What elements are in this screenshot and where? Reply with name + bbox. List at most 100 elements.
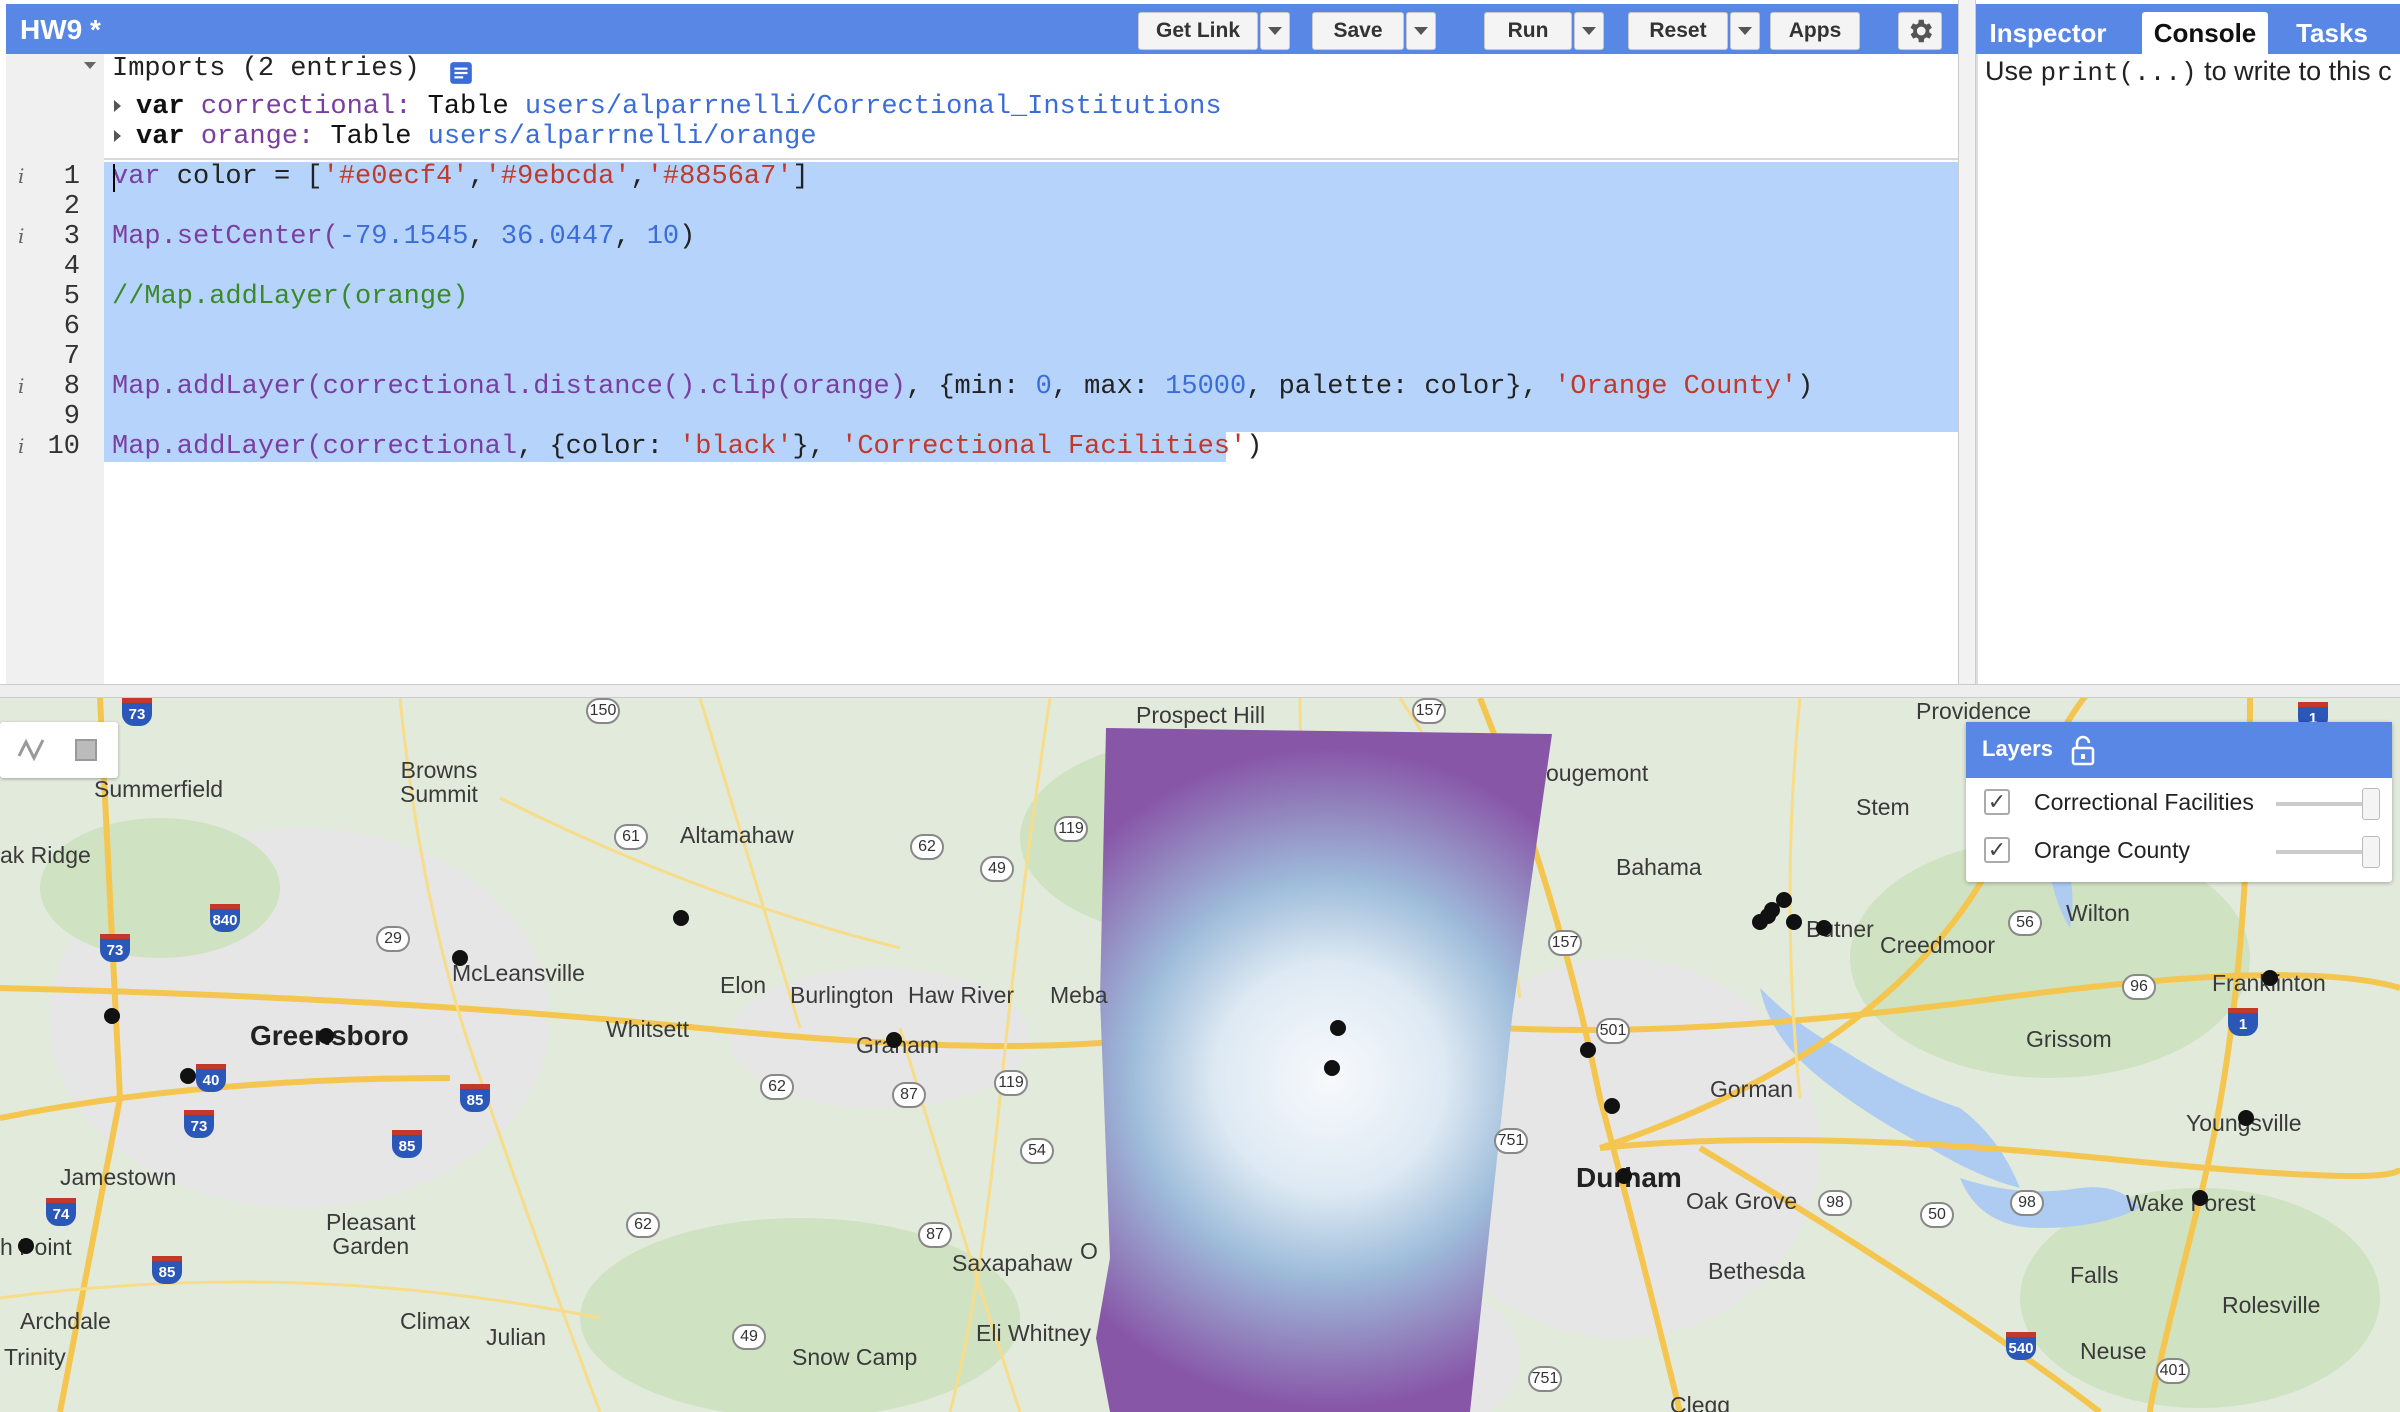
- info-icon[interactable]: i: [18, 164, 24, 188]
- reset-dropdown[interactable]: [1730, 12, 1760, 50]
- facility-point[interactable]: [673, 910, 689, 926]
- facility-point[interactable]: [1786, 914, 1802, 930]
- facility-point[interactable]: [1330, 1020, 1346, 1036]
- import-row[interactable]: var orange: Table users/alparrnelli/oran…: [136, 122, 817, 152]
- facility-point[interactable]: [886, 1032, 902, 1048]
- draw-line-icon[interactable]: [16, 736, 46, 764]
- interstate-shield: 540: [2006, 1332, 2036, 1360]
- route-shield: 62: [626, 1212, 660, 1238]
- interstate-shield: 85: [392, 1130, 422, 1158]
- interstate-shield: 73: [100, 934, 130, 962]
- line-number[interactable]: 3: [40, 222, 80, 252]
- facility-point[interactable]: [452, 950, 468, 966]
- opacity-slider[interactable]: [2276, 788, 2380, 820]
- layer-checkbox[interactable]: ✓: [1984, 789, 2010, 815]
- facility-point[interactable]: [1776, 892, 1792, 908]
- save-button[interactable]: Save: [1312, 12, 1404, 50]
- chevron-down-icon: [1414, 27, 1428, 35]
- console-panel[interactable]: [1976, 54, 2400, 684]
- interstate-shield: 85: [460, 1084, 490, 1112]
- place-label: Neuse: [2080, 1338, 2147, 1364]
- facility-point[interactable]: [2262, 970, 2278, 986]
- place-label: McLeansville: [452, 960, 585, 986]
- place-label: O: [1080, 1238, 1098, 1264]
- route-shield: 87: [892, 1082, 926, 1108]
- tab-console[interactable]: Console: [2142, 12, 2268, 54]
- route-shield: 751: [1494, 1128, 1528, 1154]
- interstate-shield: 73: [122, 698, 152, 726]
- route-shield: 751: [1528, 1366, 1562, 1392]
- facility-point[interactable]: [104, 1008, 120, 1024]
- route-shield: 501: [1596, 1018, 1630, 1044]
- line-number[interactable]: 10: [40, 432, 80, 462]
- code-line[interactable]: Map.addLayer(correctional, {color: 'blac…: [112, 432, 1262, 462]
- facility-point[interactable]: [180, 1068, 196, 1084]
- reset-button[interactable]: Reset: [1628, 12, 1728, 50]
- place-label: Summerfield: [94, 776, 224, 802]
- chevron-down-icon: [1738, 27, 1752, 35]
- place-label: Trinity: [4, 1344, 66, 1370]
- vertical-splitter[interactable]: [1958, 0, 1976, 684]
- facility-point[interactable]: [1580, 1042, 1596, 1058]
- line-number[interactable]: 4: [40, 252, 80, 282]
- route-shield: 87: [918, 1222, 952, 1248]
- facility-point[interactable]: [18, 1238, 34, 1254]
- tab-inspector[interactable]: Inspector: [1986, 12, 2110, 54]
- save-dropdown[interactable]: [1406, 12, 1436, 50]
- apps-button[interactable]: Apps: [1770, 12, 1860, 50]
- place-label: Wilton: [2066, 900, 2130, 926]
- facility-point[interactable]: [1760, 908, 1776, 924]
- place-label: Whitsett: [606, 1016, 690, 1042]
- route-shield: 62: [760, 1074, 794, 1100]
- line-number[interactable]: 2: [40, 192, 80, 222]
- place-label: Snow Camp: [792, 1344, 918, 1370]
- interstate-shield: 40: [196, 1064, 226, 1092]
- place-label: Rolesville: [2222, 1292, 2321, 1318]
- collapse-imports-icon[interactable]: [84, 62, 96, 69]
- facility-point[interactable]: [2238, 1110, 2254, 1126]
- settings-button[interactable]: [1898, 12, 1942, 50]
- facility-point[interactable]: [1816, 920, 1832, 936]
- run-dropdown[interactable]: [1574, 12, 1604, 50]
- gear-icon: [1910, 19, 1932, 43]
- facility-point[interactable]: [318, 1028, 334, 1044]
- horizontal-splitter[interactable]: [0, 684, 2400, 698]
- code-line[interactable]: Map.setCenter(-79.1545, 36.0447, 10): [112, 222, 695, 252]
- line-number[interactable]: 7: [40, 342, 80, 372]
- code-line[interactable]: //Map.addLayer(orange): [112, 282, 468, 312]
- script-title[interactable]: HW9 *: [20, 14, 101, 46]
- facility-point[interactable]: [1604, 1098, 1620, 1114]
- info-icon[interactable]: i: [18, 224, 24, 248]
- line-number[interactable]: 8: [40, 372, 80, 402]
- line-number[interactable]: 9: [40, 402, 80, 432]
- code-line[interactable]: Map.addLayer(correctional.distance().cli…: [112, 372, 1813, 402]
- info-icon[interactable]: i: [18, 374, 24, 398]
- info-icon[interactable]: i: [18, 434, 24, 458]
- layers-header[interactable]: Layers: [1966, 722, 2392, 778]
- expand-import-icon[interactable]: [114, 130, 121, 142]
- place-label: Creedmoor: [1880, 932, 1996, 958]
- run-button[interactable]: Run: [1484, 12, 1572, 50]
- expand-import-icon[interactable]: [114, 100, 121, 112]
- layer-name: Correctional Facilities: [2034, 788, 2254, 815]
- get-link-dropdown[interactable]: [1260, 12, 1290, 50]
- import-row[interactable]: var correctional: Table users/alparrnell…: [136, 92, 1222, 122]
- opacity-slider[interactable]: [2276, 836, 2380, 868]
- tab-tasks[interactable]: Tasks: [2282, 12, 2382, 54]
- draw-rectangle-icon[interactable]: [72, 736, 100, 764]
- imports-header[interactable]: Imports (2 entries): [112, 54, 420, 84]
- layer-checkbox[interactable]: ✓: [1984, 837, 2010, 863]
- show-generated-code-icon[interactable]: [448, 60, 474, 86]
- slider-handle[interactable]: [2362, 836, 2380, 868]
- line-number[interactable]: 6: [40, 312, 80, 342]
- line-number[interactable]: 5: [40, 282, 80, 312]
- slider-handle[interactable]: [2362, 788, 2380, 820]
- text-cursor: [113, 164, 115, 192]
- code-line[interactable]: var color = ['#e0ecf4','#9ebcda','#8856a…: [112, 162, 809, 192]
- facility-point[interactable]: [2192, 1190, 2208, 1206]
- line-number[interactable]: 1: [40, 162, 80, 192]
- facility-point[interactable]: [1324, 1060, 1340, 1076]
- get-link-button[interactable]: Get Link: [1138, 12, 1258, 50]
- facility-point[interactable]: [1616, 1168, 1632, 1184]
- lock-icon[interactable]: [2070, 734, 2096, 766]
